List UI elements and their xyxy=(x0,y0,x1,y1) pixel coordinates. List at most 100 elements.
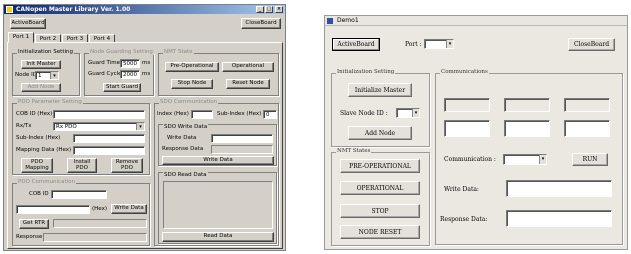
pdo-parameter-group: PDO Parameter Setting COB ID (Hex) Rx/Tx… xyxy=(12,99,150,175)
sdo-write-data-title: SDO Write Data xyxy=(163,124,209,130)
add-node-button[interactable]: Add Node xyxy=(21,83,61,92)
node-id-value: 1 xyxy=(38,73,42,79)
rx-tx-select[interactable]: Rx PDO ▾ xyxy=(53,122,145,131)
sdo-write-data-button[interactable]: Write Data xyxy=(162,156,274,165)
nmt-state-group: NMT State Pre-Operational Operational St… xyxy=(158,49,279,96)
close-icon[interactable]: × xyxy=(275,6,283,13)
guard-time-label: Guard Time xyxy=(88,60,120,66)
left-window-title: CANopen Master Library Ver. 1.00 xyxy=(16,6,131,13)
right-app-window: Demo1 ActiveBoard Port : ▾ CloseBoard In… xyxy=(324,15,628,250)
chevron-down-icon: ▾ xyxy=(412,109,419,117)
guard-cycle-label: Guard Cycle xyxy=(88,71,122,77)
sdo-index-label: Index (Hex) xyxy=(157,111,189,117)
sdo-read-data-button[interactable]: Read Data xyxy=(162,232,274,242)
rx-tx-value: Rx PDO xyxy=(56,124,77,130)
sdo-index-input[interactable] xyxy=(191,110,213,119)
comm-field-1 xyxy=(444,98,490,112)
pdo-comm-response-label: Response xyxy=(16,234,43,240)
pdo-communication-title: PDO Communication xyxy=(17,179,76,185)
port-label: Port : xyxy=(405,41,422,48)
response-data-output xyxy=(506,210,612,227)
comm-field-2 xyxy=(504,98,550,112)
pdo-comm-cob-id-input[interactable] xyxy=(51,190,107,199)
sdo-write-data-group: SDO Write Data Write Data Response Data … xyxy=(158,124,277,166)
right-add-node-button[interactable]: Add Node xyxy=(348,126,412,140)
communication-select[interactable]: ▾ xyxy=(503,154,547,165)
comm-field-5[interactable] xyxy=(504,120,550,137)
pre-operational-button[interactable]: Pre-Operational xyxy=(165,62,219,72)
sdo-sub-index-input[interactable]: 0 xyxy=(263,110,277,119)
nmt-state-title: NMT State xyxy=(163,49,194,55)
pdo-comm-hex-label: (Hex) xyxy=(92,206,107,212)
sdo-write-data-input[interactable] xyxy=(211,134,273,143)
guard-cycle-input[interactable]: 2000 xyxy=(120,70,140,79)
slave-node-id-label: Slave Node ID : xyxy=(340,110,388,117)
node-guarding-group: Node Guarding Setting Guard Time 5000 ms… xyxy=(84,49,154,96)
app-icon xyxy=(6,6,13,13)
right-close-board-button[interactable]: CloseBoard xyxy=(568,38,615,51)
pdo-parameter-title: PDO Parameter Setting xyxy=(17,99,83,105)
comm-field-6[interactable] xyxy=(564,120,610,137)
sdo-sub-index-label: Sub-Index (Hex) xyxy=(217,111,262,117)
nmt-states-title: NMT States xyxy=(336,148,372,154)
nmt-states-group: NMT States PRE-OPERATIONAL OPERATIONAL S… xyxy=(331,148,430,246)
stop-state-button[interactable]: STOP xyxy=(340,204,420,218)
write-data-label: Write Data: xyxy=(444,186,479,193)
rx-tx-label: Rx/Tx xyxy=(16,123,32,129)
pdo-comm-data-input[interactable] xyxy=(16,205,90,214)
active-board-button[interactable]: ActiveBoard xyxy=(10,18,46,29)
pre-operational-state-button[interactable]: PRE-OPERATIONAL xyxy=(340,159,420,173)
maximize-icon[interactable]: □ xyxy=(265,6,273,13)
minimize-icon[interactable]: _ xyxy=(256,6,264,13)
install-pdo-button[interactable]: Install PDO xyxy=(67,158,97,173)
init-setting-group: Initialization Setting Init Master Node … xyxy=(12,49,80,96)
node-guarding-title: Node Guarding Setting xyxy=(89,49,154,55)
pdo-cob-id-input[interactable] xyxy=(53,110,145,119)
comm-field-3 xyxy=(564,98,610,112)
right-window-title: Demo1 xyxy=(337,17,359,24)
communication-label: Communication : xyxy=(444,156,496,163)
right-active-board-button[interactable]: ActiveBoard xyxy=(332,38,380,51)
comm-field-4[interactable] xyxy=(444,120,490,137)
chevron-down-icon: ▾ xyxy=(136,123,144,130)
init-setting-title: Initialization Setting xyxy=(17,49,74,55)
initialize-master-button[interactable]: Initialize Master xyxy=(348,83,412,97)
pdo-sub-index-input[interactable] xyxy=(73,134,145,143)
run-button[interactable]: RUN xyxy=(572,153,608,166)
guard-cycle-unit: ms xyxy=(142,71,151,77)
write-data-input[interactable] xyxy=(506,180,612,197)
get-rtr-button[interactable]: Get RTR xyxy=(19,219,49,229)
sdo-read-data-output xyxy=(163,181,273,229)
start-guard-button[interactable]: Start Guard xyxy=(103,83,141,92)
init-master-button[interactable]: Init Master xyxy=(21,60,61,69)
communications-title: Communications xyxy=(440,69,489,75)
pdo-comm-cob-id-label: COB ID xyxy=(29,191,49,197)
sdo-communication-group: SDO Communication Index (Hex) Sub-Index … xyxy=(154,99,279,246)
chevron-down-icon: ▾ xyxy=(50,72,58,79)
sdo-response-data-output xyxy=(211,145,273,154)
node-id-select[interactable]: 1 ▾ xyxy=(35,71,59,80)
pdo-mapping-button[interactable]: PDO Mapping xyxy=(21,158,53,173)
operational-button[interactable]: Operational xyxy=(222,62,274,72)
remove-pdo-button[interactable]: Remove PDO xyxy=(111,158,143,173)
pdo-cob-id-label: COB ID (Hex) xyxy=(16,111,53,117)
sdo-read-data-group: SDO Read Data Read Data xyxy=(158,172,277,244)
response-data-label: Response Data: xyxy=(440,216,488,223)
right-title-bar: Demo1 xyxy=(325,16,627,26)
node-reset-button[interactable]: NODE RESET xyxy=(340,225,420,239)
reset-node-button[interactable]: Reset Node xyxy=(226,79,270,89)
close-board-button[interactable]: CloseBoard xyxy=(241,18,281,29)
sdo-communication-title: SDO Communication xyxy=(159,99,219,105)
pdo-comm-write-data-button[interactable]: Write Data xyxy=(111,204,147,214)
sdo-read-data-title: SDO Read Data xyxy=(163,172,208,178)
tab-port-1[interactable]: Port 1 xyxy=(8,32,34,43)
mapping-data-input[interactable] xyxy=(73,146,145,155)
chevron-down-icon: ▾ xyxy=(539,155,546,164)
guard-time-input[interactable]: 5000 xyxy=(120,59,140,68)
guard-time-unit: ms xyxy=(142,60,151,66)
operational-state-button[interactable]: OPERATIONAL xyxy=(340,181,420,195)
slave-node-id-select[interactable]: ▾ xyxy=(396,108,420,118)
port-select[interactable]: ▾ xyxy=(424,39,454,49)
stop-node-button[interactable]: Stop Node xyxy=(171,79,213,89)
pdo-communication-group: PDO Communication COB ID (Hex) Write Dat… xyxy=(12,179,150,246)
